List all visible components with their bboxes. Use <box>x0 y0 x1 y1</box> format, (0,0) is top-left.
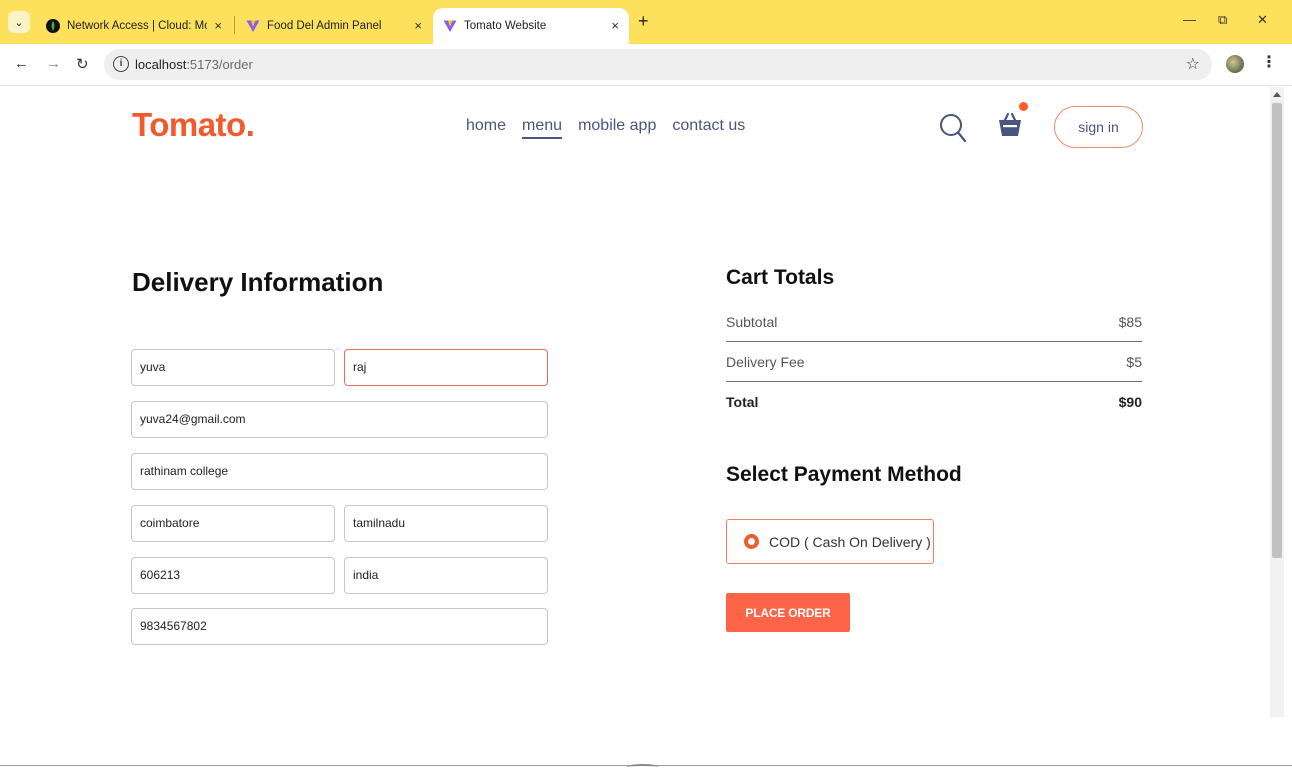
radio-selected-icon[interactable] <box>744 534 759 549</box>
bottom-area <box>0 717 1292 768</box>
subtotal-label: Subtotal <box>726 314 778 330</box>
browser-menu-icon[interactable]: ⋮ <box>1261 52 1277 72</box>
cod-label: COD ( Cash On Delivery ) <box>769 533 931 550</box>
cart-totals-title: Cart Totals <box>726 266 835 289</box>
tab-close-icon[interactable]: × <box>414 18 422 33</box>
state-input[interactable]: tamilnadu <box>344 505 548 542</box>
total-row: Total $90 <box>726 394 1142 410</box>
delivery-info-title: Delivery Information <box>132 267 384 297</box>
subtotal-row: Subtotal $85 <box>726 314 1142 330</box>
place-order-button[interactable]: PLACE ORDER <box>726 593 850 632</box>
back-arrow-icon[interactable]: ← <box>14 55 29 72</box>
nav-contact-us[interactable]: contact us <box>672 117 745 139</box>
zip-code-input[interactable]: 606213 <box>131 557 335 594</box>
country-input[interactable]: india <box>344 557 548 594</box>
vite-logo-icon <box>246 19 260 33</box>
tab-title: Food Del Admin Panel <box>267 20 382 32</box>
new-tab-button[interactable]: + <box>638 12 649 30</box>
mongodb-leaf-icon <box>46 19 60 33</box>
forward-arrow-icon[interactable]: → <box>46 55 61 72</box>
divider <box>726 381 1142 382</box>
total-label: Total <box>726 394 759 410</box>
profile-avatar[interactable] <box>1226 55 1244 73</box>
nav-mobile-app[interactable]: mobile app <box>578 117 656 139</box>
restore-icon[interactable]: ⧉ <box>1218 12 1227 28</box>
first-name-input[interactable]: yuva <box>131 349 335 386</box>
payment-method-title: Select Payment Method <box>726 463 962 486</box>
page-content: Tomato. home menu mobile app contact us … <box>0 87 1270 717</box>
tab-close-icon[interactable]: × <box>214 18 222 33</box>
reload-icon[interactable]: ↻ <box>76 55 89 73</box>
site-logo[interactable]: Tomato. <box>132 106 255 144</box>
address-bar[interactable]: i localhost:5173/order ☆ <box>104 49 1212 80</box>
sign-in-button[interactable]: sign in <box>1054 106 1143 148</box>
partial-glyph <box>627 764 659 768</box>
tab-separator <box>234 16 235 34</box>
scrollbar-thumb[interactable] <box>1272 103 1282 558</box>
tab-network-access[interactable]: Network Access | Cloud: Mongo × <box>36 8 232 44</box>
tab-search-chevron-icon[interactable]: ⌄ <box>8 11 30 33</box>
main-nav: home menu mobile app contact us <box>466 117 745 139</box>
city-input[interactable]: coimbatore <box>131 505 335 542</box>
total-value: $90 <box>1118 394 1142 410</box>
last-name-input[interactable]: raj <box>344 349 548 386</box>
scroll-up-arrow-icon[interactable] <box>1273 92 1281 97</box>
page-scrollbar[interactable] <box>1270 87 1284 717</box>
browser-toolbar: ← → ↻ i localhost:5173/order ☆ ⋮ <box>0 44 1292 86</box>
subtotal-value: $85 <box>1118 314 1142 330</box>
minimize-icon[interactable]: — <box>1183 12 1196 27</box>
tab-close-icon[interactable]: × <box>611 18 619 33</box>
phone-input[interactable]: 9834567802 <box>131 608 548 645</box>
bookmark-star-icon[interactable]: ☆ <box>1186 54 1200 74</box>
tab-title: Network Access | Cloud: Mongo <box>67 20 207 32</box>
site-info-icon[interactable]: i <box>113 56 129 72</box>
browser-tab-bar: ⌄ Network Access | Cloud: Mongo × Food D… <box>0 0 1292 44</box>
email-input[interactable]: yuva24@gmail.com <box>131 401 548 438</box>
street-input[interactable]: rathinam college <box>131 453 548 490</box>
divider <box>726 341 1142 342</box>
tab-food-del-admin[interactable]: Food Del Admin Panel × <box>236 8 432 44</box>
cart-indicator-dot <box>1019 102 1028 111</box>
basket-icon[interactable] <box>996 111 1024 144</box>
nav-menu[interactable]: menu <box>522 117 563 139</box>
delivery-fee-value: $5 <box>1126 354 1142 370</box>
tab-tomato-website[interactable]: Tomato Website × <box>433 8 629 44</box>
cod-payment-option[interactable]: COD ( Cash On Delivery ) <box>726 519 934 564</box>
search-icon[interactable] <box>939 113 967 148</box>
delivery-fee-row: Delivery Fee $5 <box>726 354 1142 370</box>
tab-title: Tomato Website <box>464 20 547 32</box>
vite-logo-icon <box>443 19 457 33</box>
delivery-fee-label: Delivery Fee <box>726 354 805 370</box>
nav-home[interactable]: home <box>466 117 506 139</box>
close-window-icon[interactable]: ✕ <box>1257 12 1268 28</box>
url-text[interactable]: localhost:5173/order <box>135 57 253 72</box>
